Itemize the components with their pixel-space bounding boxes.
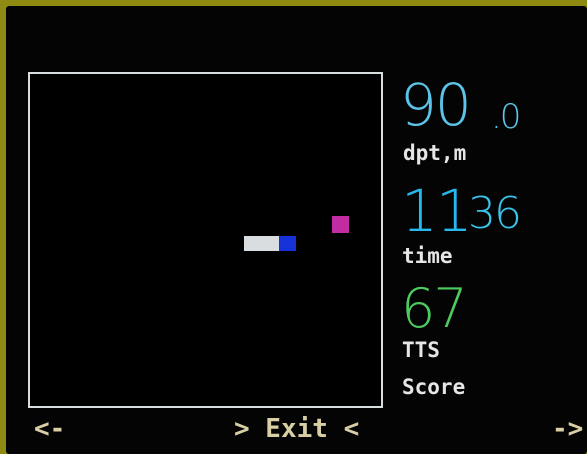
depth-value-decimal: .0 xyxy=(491,97,521,137)
right-arrow-button[interactable]: -> xyxy=(552,416,583,442)
time-label: time xyxy=(402,244,453,268)
depth-value-integer: 90 xyxy=(400,71,472,139)
left-arrow-button[interactable]: <- xyxy=(34,416,65,442)
player-head xyxy=(279,236,296,251)
score-label: Score xyxy=(402,375,466,399)
tts-label: TTS xyxy=(402,338,440,362)
depth-label: dpt,m xyxy=(403,141,467,165)
exit-button[interactable]: > Exit < xyxy=(234,416,359,442)
target-square xyxy=(332,216,349,233)
time-seconds: 36 xyxy=(468,188,522,239)
player-body xyxy=(244,236,279,251)
time-minutes: 11 xyxy=(401,177,473,245)
play-field xyxy=(28,72,383,408)
tts-value: 67 xyxy=(401,277,468,340)
